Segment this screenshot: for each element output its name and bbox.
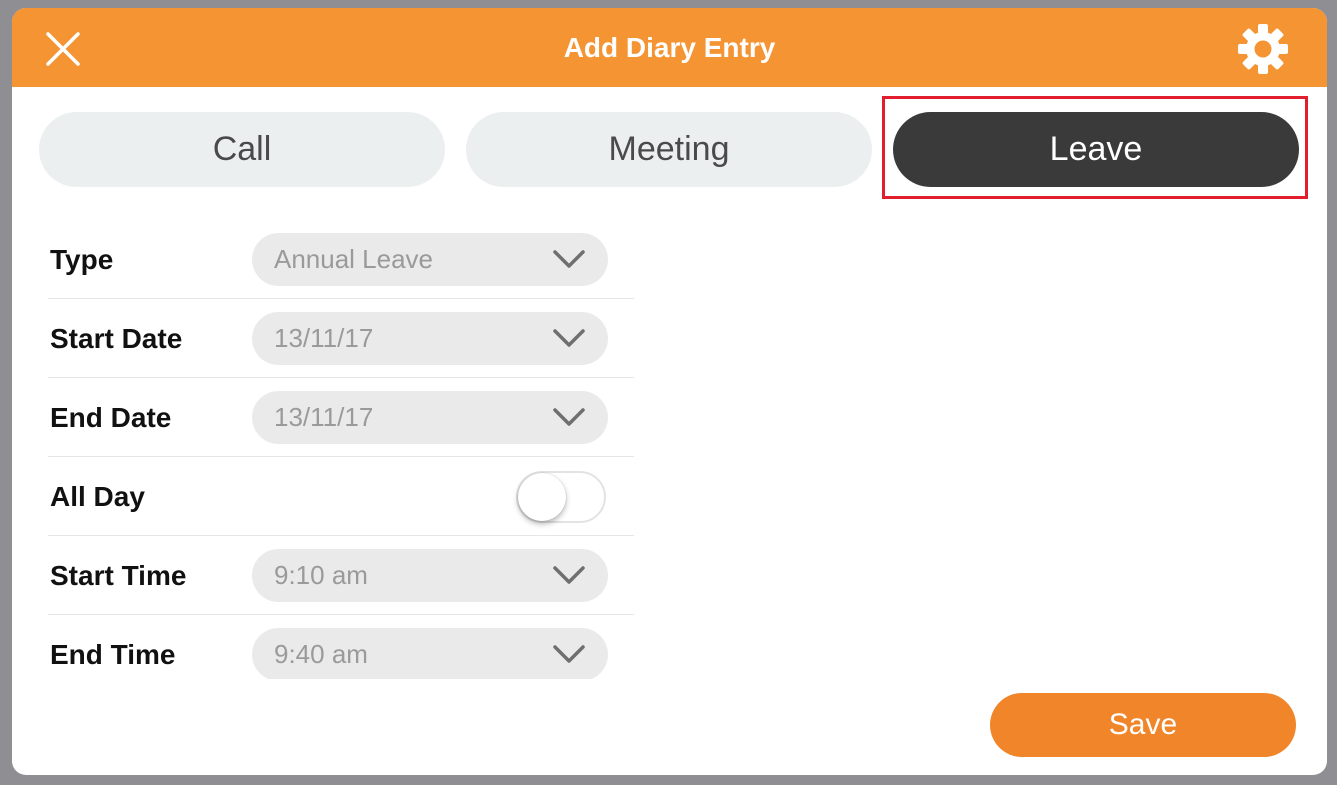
end-time-label: End Time [50, 639, 176, 670]
chevron-down-icon [553, 250, 585, 268]
tab-meeting[interactable]: Meeting [466, 112, 872, 187]
type-row: Type Annual Leave [48, 220, 634, 299]
end-date-value: 13/11/17 [274, 402, 374, 432]
end-time-value: 9:40 am [274, 639, 368, 669]
start-date-dropdown[interactable]: 13/11/17 [252, 312, 608, 365]
end-date-row: End Date 13/11/17 [48, 378, 634, 457]
chevron-down-icon [553, 645, 585, 663]
type-dropdown[interactable]: Annual Leave [252, 233, 608, 286]
chevron-down-icon [553, 408, 585, 426]
chevron-down-icon [553, 566, 585, 584]
toggle-knob [518, 473, 566, 521]
start-time-row: Start Time 9:10 am [48, 536, 634, 615]
start-time-label: Start Time [50, 560, 187, 591]
chevron-down-icon [553, 329, 585, 347]
end-date-label: End Date [50, 402, 172, 433]
type-value: Annual Leave [274, 244, 434, 274]
end-date-dropdown[interactable]: 13/11/17 [252, 391, 608, 444]
add-diary-entry-dialog: Add Diary Entry Call Meeting Leave Type … [12, 8, 1327, 775]
type-label: Type [50, 244, 114, 275]
end-time-row: End Time 9:40 am [48, 615, 634, 679]
start-date-row: Start Date 13/11/17 [48, 299, 634, 378]
dialog-title: Add Diary Entry [563, 32, 776, 63]
save-button[interactable]: Save [990, 693, 1296, 757]
tab-call[interactable]: Call [39, 112, 445, 187]
end-time-dropdown[interactable]: 9:40 am [252, 628, 608, 679]
start-time-dropdown[interactable]: 9:10 am [252, 549, 608, 602]
start-date-label: Start Date [50, 323, 183, 354]
dialog-header: Add Diary Entry [12, 8, 1327, 87]
gear-icon[interactable] [1235, 21, 1291, 77]
start-date-value: 13/11/17 [274, 323, 374, 353]
selection-highlight [882, 96, 1308, 199]
start-time-value: 9:10 am [274, 560, 368, 590]
all-day-label: All Day [50, 481, 145, 512]
all-day-row: All Day [48, 457, 634, 536]
all-day-toggle[interactable] [516, 471, 606, 523]
